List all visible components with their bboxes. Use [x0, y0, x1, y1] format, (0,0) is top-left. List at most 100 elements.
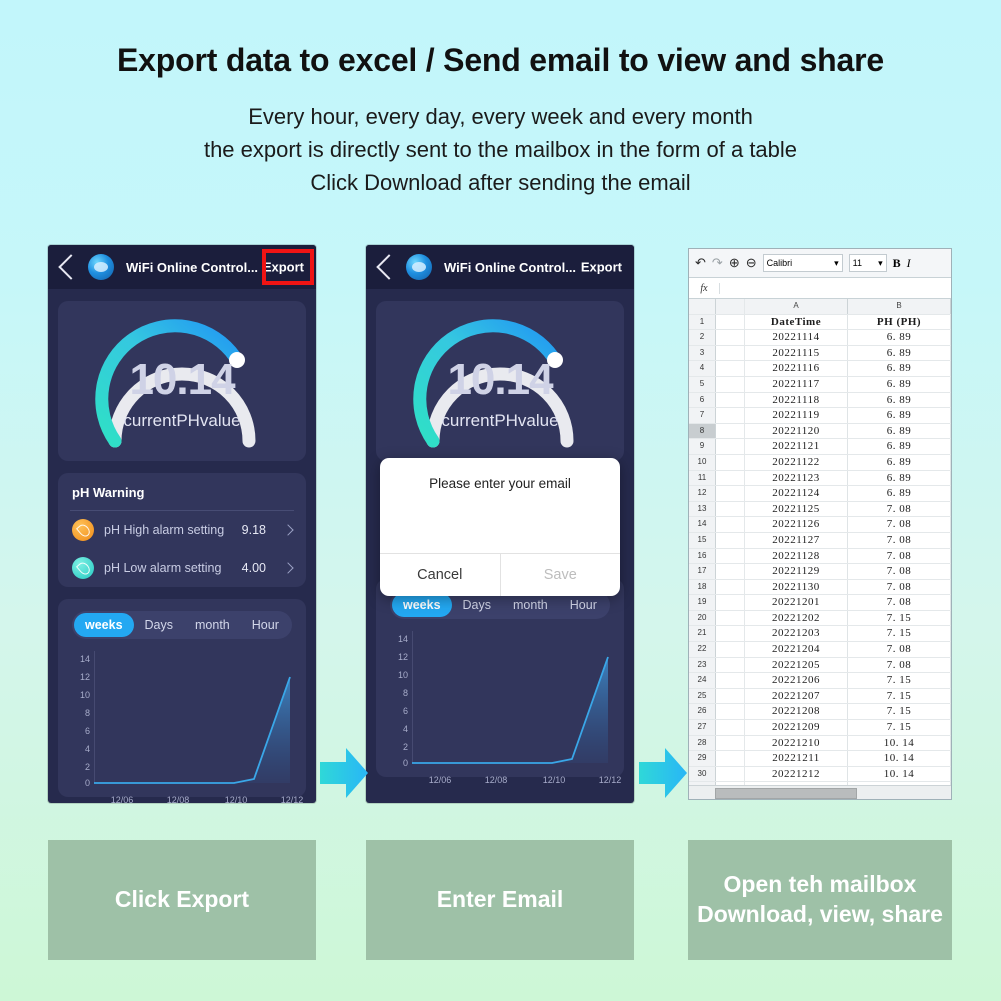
row-header-11[interactable]: 11 [689, 470, 716, 486]
cell-b13[interactable]: 7. 08 [848, 501, 951, 517]
table-row[interactable]: 28 20221210 10. 14 [689, 735, 951, 752]
row-header-30[interactable]: 30 [689, 766, 716, 782]
save-button[interactable]: Save [499, 554, 621, 596]
table-row[interactable]: 6 20221118 6. 89 [689, 392, 951, 409]
cell-b18[interactable]: 7. 08 [848, 579, 951, 595]
cell-a14[interactable]: 20221126 [745, 517, 848, 532]
cancel-button[interactable]: Cancel [380, 554, 500, 596]
cell-b5[interactable]: 6. 89 [848, 376, 951, 392]
cell-a23[interactable]: 20221205 [745, 657, 848, 673]
font-name-select[interactable]: Calibri ▾ [762, 254, 843, 272]
cell-b26[interactable]: 7. 15 [848, 704, 951, 720]
bold-button[interactable]: B [893, 256, 901, 271]
cell-a2[interactable]: 20221114 [745, 330, 848, 345]
row-header-13[interactable]: 13 [689, 501, 716, 517]
cell-a4[interactable]: 20221116 [745, 361, 848, 376]
cell-a15[interactable]: 20221127 [745, 532, 848, 548]
cell-a21[interactable]: 20221203 [745, 626, 848, 642]
cell-b9[interactable]: 6. 89 [848, 439, 951, 454]
font-size-select[interactable]: 11 ▾ [848, 254, 887, 272]
zoom-out-icon[interactable]: ⊖ [746, 255, 757, 271]
cell-b15[interactable]: 7. 08 [848, 532, 951, 548]
table-row[interactable]: 26 20221208 7. 15 [689, 704, 951, 721]
formula-input[interactable] [720, 278, 951, 298]
table-row[interactable]: 14 20221126 7. 08 [689, 517, 951, 533]
cell-a5[interactable]: 20221117 [745, 376, 848, 392]
cell-b28[interactable]: 10. 14 [848, 735, 951, 751]
cell-a8[interactable]: 20221120 [745, 423, 848, 439]
cell-b29[interactable]: 10. 14 [848, 751, 951, 766]
back-icon[interactable] [58, 254, 84, 280]
cell-b27[interactable]: 7. 15 [848, 720, 951, 735]
cell-a22[interactable]: 20221204 [745, 642, 848, 657]
table-row[interactable]: 16 20221128 7. 08 [689, 548, 951, 565]
row-header-4[interactable]: 4 [689, 361, 716, 376]
cell-a18[interactable]: 20221130 [745, 579, 848, 595]
table-row[interactable]: 5 20221117 6. 89 [689, 376, 951, 393]
cell-a3[interactable]: 20221115 [745, 345, 848, 361]
row-header-7[interactable]: 7 [689, 408, 716, 423]
table-row[interactable]: 21 20221203 7. 15 [689, 626, 951, 643]
table-row[interactable]: 30 20221212 10. 14 [689, 766, 951, 783]
cell-b16[interactable]: 7. 08 [848, 548, 951, 564]
row-header-1[interactable]: 1 [689, 314, 716, 330]
table-row[interactable]: 10 20221122 6. 89 [689, 454, 951, 471]
table-row[interactable]: 1 DateTime PH (PH) [689, 314, 951, 331]
row-header-16[interactable]: 16 [689, 548, 716, 564]
tab-weeks-1[interactable]: weeks [74, 613, 134, 637]
table-row[interactable]: 22 20221204 7. 08 [689, 642, 951, 658]
grid-corner[interactable] [689, 299, 716, 314]
email-input[interactable] [380, 491, 620, 553]
row-header-12[interactable]: 12 [689, 486, 716, 501]
cell-b1[interactable]: PH (PH) [848, 314, 951, 330]
cell-a7[interactable]: 20221119 [745, 408, 848, 423]
table-row[interactable]: 24 20221206 7. 15 [689, 673, 951, 689]
cell-a25[interactable]: 20221207 [745, 688, 848, 704]
undo-icon[interactable]: ↶ [695, 255, 706, 271]
row-header-21[interactable]: 21 [689, 626, 716, 642]
table-row[interactable]: 13 20221125 7. 08 [689, 501, 951, 518]
cell-b11[interactable]: 6. 89 [848, 470, 951, 486]
cell-a9[interactable]: 20221121 [745, 439, 848, 454]
table-row[interactable]: 2 20221114 6. 89 [689, 330, 951, 346]
cell-b7[interactable]: 6. 89 [848, 408, 951, 423]
row-header-6[interactable]: 6 [689, 392, 716, 408]
table-row[interactable]: 12 20221124 6. 89 [689, 486, 951, 502]
row-header-18[interactable]: 18 [689, 579, 716, 595]
column-header-a[interactable]: A [745, 299, 848, 314]
row-header-3[interactable]: 3 [689, 345, 716, 361]
tab-month-2[interactable]: month [502, 593, 559, 617]
cell-a26[interactable]: 20221208 [745, 704, 848, 720]
table-row[interactable]: 25 20221207 7. 15 [689, 688, 951, 705]
table-row[interactable]: 7 20221119 6. 89 [689, 408, 951, 424]
cell-b22[interactable]: 7. 08 [848, 642, 951, 657]
cell-b17[interactable]: 7. 08 [848, 564, 951, 579]
cell-b21[interactable]: 7. 15 [848, 626, 951, 642]
table-row[interactable]: 18 20221130 7. 08 [689, 579, 951, 596]
ph-low-alarm-row-1[interactable]: pH Low alarm setting 4.00 [58, 549, 306, 587]
tab-month-1[interactable]: month [184, 613, 241, 637]
tab-hour-1[interactable]: Hour [241, 613, 290, 637]
zoom-in-icon[interactable]: ⊕ [729, 255, 740, 271]
cell-b14[interactable]: 7. 08 [848, 517, 951, 532]
cell-a13[interactable]: 20221125 [745, 501, 848, 517]
cell-b4[interactable]: 6. 89 [848, 361, 951, 376]
cell-a6[interactable]: 20221118 [745, 392, 848, 408]
row-header-9[interactable]: 9 [689, 439, 716, 454]
row-header-17[interactable]: 17 [689, 564, 716, 579]
table-row[interactable]: 27 20221209 7. 15 [689, 720, 951, 736]
row-header-28[interactable]: 28 [689, 735, 716, 751]
cell-b10[interactable]: 6. 89 [848, 454, 951, 470]
row-header-26[interactable]: 26 [689, 704, 716, 720]
cell-b23[interactable]: 7. 08 [848, 657, 951, 673]
cell-b30[interactable]: 10. 14 [848, 766, 951, 782]
table-row[interactable]: 11 20221123 6. 89 [689, 470, 951, 487]
row-header-14[interactable]: 14 [689, 517, 716, 532]
scrollbar-thumb[interactable] [715, 788, 857, 799]
horizontal-scrollbar[interactable] [689, 785, 951, 799]
table-row[interactable]: 19 20221201 7. 08 [689, 595, 951, 611]
cell-a12[interactable]: 20221124 [745, 486, 848, 501]
cell-b20[interactable]: 7. 15 [848, 610, 951, 626]
row-header-20[interactable]: 20 [689, 610, 716, 626]
cell-a10[interactable]: 20221122 [745, 454, 848, 470]
